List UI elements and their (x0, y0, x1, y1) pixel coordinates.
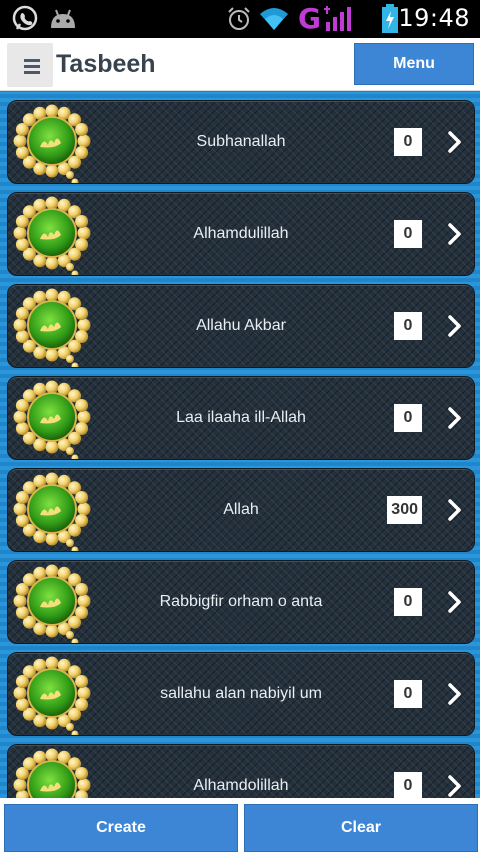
list-item[interactable]: Rabbigfir orham o anta 0 (7, 560, 475, 644)
count-badge: 300 (387, 496, 422, 524)
prayer-beads-icon (13, 748, 91, 798)
tasbeeh-label: sallahu alan nabiyil um (160, 685, 322, 702)
count-badge: 0 (394, 128, 422, 156)
tasbeeh-label: Allah (223, 501, 259, 518)
create-button[interactable]: Create (4, 804, 238, 852)
network-type-label: G (298, 2, 321, 35)
bottom-bar: Create Clear (0, 798, 480, 854)
chevron-right-icon[interactable] (444, 127, 466, 157)
count-badge: 0 (394, 312, 422, 340)
chevron-right-icon[interactable] (444, 219, 466, 249)
list-item[interactable]: Laa ilaaha ill-Allah 0 (7, 376, 475, 460)
clock: 19:48 (398, 4, 470, 32)
page-title: Tasbeeh (56, 50, 156, 78)
prayer-beads-icon (13, 288, 91, 367)
tasbeeh-label: Subhanallah (196, 133, 286, 150)
chevron-right-icon[interactable] (444, 679, 466, 709)
tasbeeh-label: Allahu Akbar (196, 317, 286, 334)
android-icon (51, 9, 75, 28)
prayer-beads-icon (13, 196, 91, 275)
prayer-beads-icon (13, 564, 91, 643)
tasbeeh-list: Subhanallah 0 Alhamdulillah 0 Allahu Akb… (0, 92, 480, 798)
drawer-button[interactable] (7, 43, 53, 87)
prayer-beads-icon (13, 380, 91, 459)
prayer-beads-icon (13, 472, 91, 551)
app-bar: Tasbeeh Menu (0, 38, 480, 91)
list-item[interactable]: sallahu alan nabiyil um 0 (7, 652, 475, 736)
wifi-icon (260, 8, 288, 30)
status-bar: G 19:48 (0, 0, 480, 38)
list-item[interactable]: Alhamdolillah 0 (7, 744, 475, 798)
list-item[interactable]: Allah 300 (7, 468, 475, 552)
list-item[interactable]: Allahu Akbar 0 (7, 284, 475, 368)
viber-icon (12, 5, 38, 31)
count-badge: 0 (394, 404, 422, 432)
count-badge: 0 (394, 588, 422, 616)
tasbeeh-label: Alhamdulillah (193, 225, 289, 242)
chevron-right-icon[interactable] (444, 403, 466, 433)
tasbeeh-label: Rabbigfir orham o anta (159, 593, 323, 610)
hamburger-icon (24, 59, 40, 62)
signal-icon (324, 6, 351, 31)
chevron-right-icon[interactable] (444, 771, 466, 798)
count-badge: 0 (394, 680, 422, 708)
prayer-beads-icon (13, 656, 91, 735)
chevron-right-icon[interactable] (444, 495, 466, 525)
alarm-icon (228, 7, 250, 30)
menu-button[interactable]: Menu (354, 43, 474, 85)
chevron-right-icon[interactable] (444, 311, 466, 341)
count-badge: 0 (394, 772, 422, 798)
list-item[interactable]: Alhamdulillah 0 (7, 192, 475, 276)
clear-button[interactable]: Clear (244, 804, 478, 852)
battery-icon (382, 4, 398, 33)
tasbeeh-label: Alhamdolillah (193, 777, 289, 794)
list-item[interactable]: Subhanallah 0 (7, 100, 475, 184)
prayer-beads-icon (13, 104, 91, 183)
count-badge: 0 (394, 220, 422, 248)
tasbeeh-label: Laa ilaaha ill-Allah (176, 409, 306, 426)
chevron-right-icon[interactable] (444, 587, 466, 617)
